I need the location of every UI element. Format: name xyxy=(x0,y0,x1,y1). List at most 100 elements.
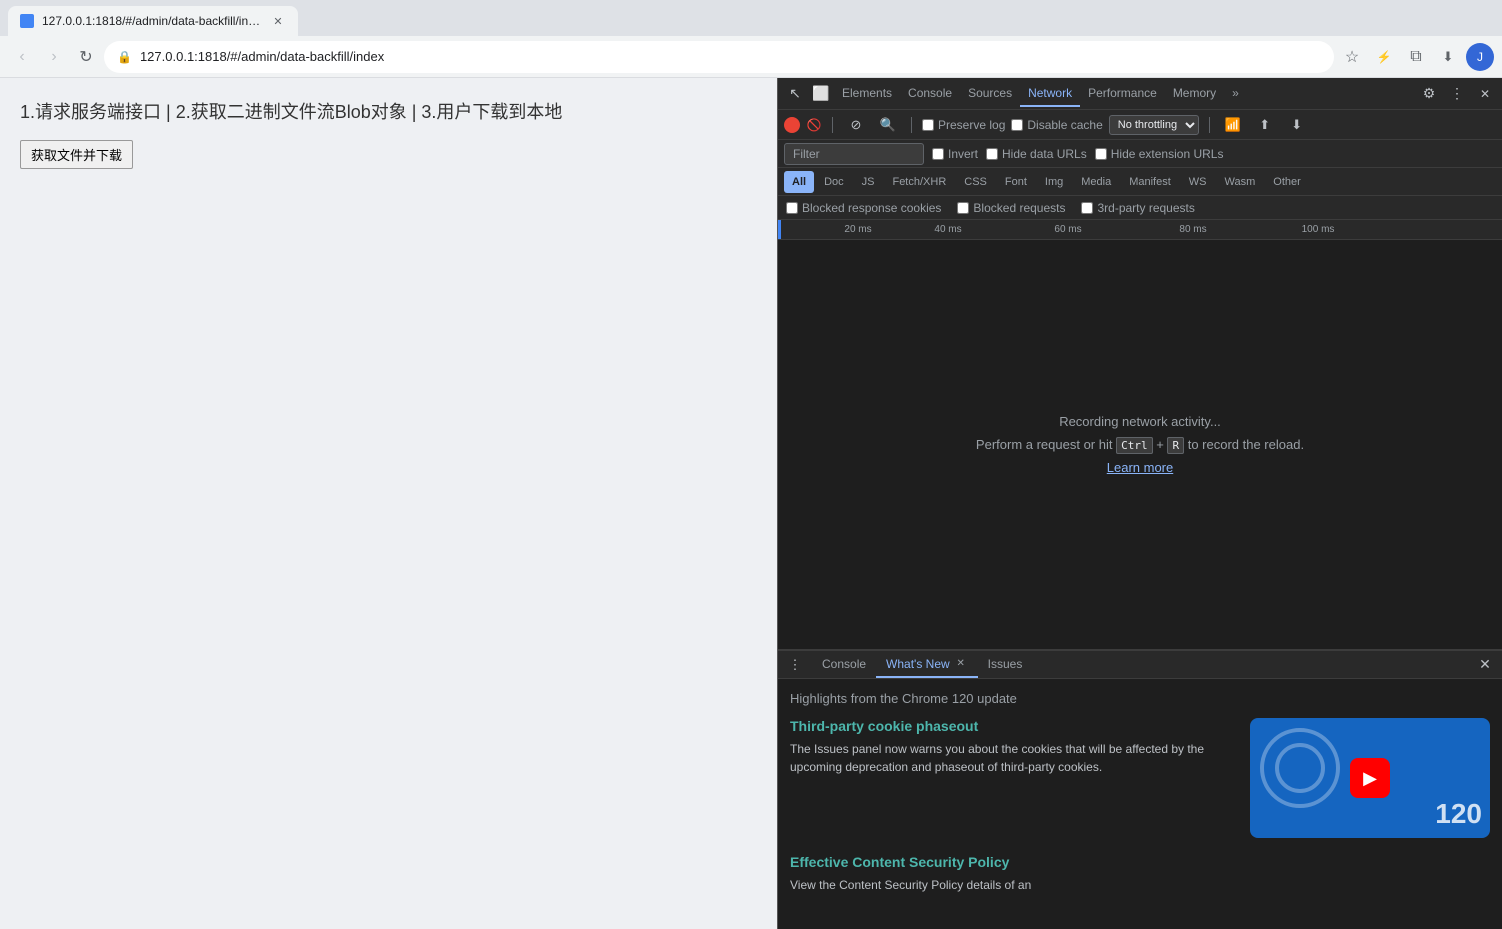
forward-button[interactable]: › xyxy=(40,43,68,71)
preserve-log-checkbox-label[interactable]: Preserve log xyxy=(922,118,1005,132)
filter-input[interactable] xyxy=(784,143,924,165)
wifi-button[interactable]: 📶 xyxy=(1220,112,1246,138)
tab-network[interactable]: Network xyxy=(1020,81,1080,107)
r-key: R xyxy=(1167,437,1184,454)
bottom-panel-right: ✕ xyxy=(1472,652,1498,678)
blocked-cookies-label[interactable]: Blocked response cookies xyxy=(786,201,941,215)
perform-before: Perform a request or xyxy=(976,437,1099,452)
filter-toggle-button[interactable]: ⊘ xyxy=(843,112,869,138)
thumbnail-circle-inner xyxy=(1275,743,1325,793)
reload-button[interactable]: ↻ xyxy=(72,43,100,71)
third-party-text: 3rd-party requests xyxy=(1097,201,1194,215)
filter-manifest[interactable]: Manifest xyxy=(1121,171,1179,193)
ctrl-key: Ctrl xyxy=(1116,437,1153,454)
blocked-requests-checkbox[interactable] xyxy=(957,202,969,214)
back-button[interactable]: ‹ xyxy=(8,43,36,71)
filter-all[interactable]: All xyxy=(784,171,814,193)
news-card-2: Effective Content Security Policy View t… xyxy=(790,854,1490,894)
filter-font[interactable]: Font xyxy=(997,171,1035,193)
devtools-inspect-button[interactable]: ↖ xyxy=(782,81,808,107)
browser-toolbar: ‹ › ↻ 🔒 127.0.0.1:1818/#/admin/data-back… xyxy=(0,36,1502,78)
preserve-log-checkbox[interactable] xyxy=(922,119,934,131)
bottom-panel: ⋮ Console What's New ✕ Issues ✕ Highligh… xyxy=(778,649,1502,929)
bookmark-button[interactable]: ☆ xyxy=(1338,43,1366,71)
filter-other[interactable]: Other xyxy=(1265,171,1309,193)
performance-insights-button[interactable]: ⚡ xyxy=(1370,43,1398,71)
bottom-panel-close-button[interactable]: ✕ xyxy=(1472,652,1498,678)
devtools-panel: ↖ ⬜ Elements Console Sources Network Per… xyxy=(777,78,1502,929)
hide-ext-urls-text: Hide extension URLs xyxy=(1111,147,1224,161)
hide-data-urls-label[interactable]: Hide data URLs xyxy=(986,147,1087,161)
perform-hit: hit xyxy=(1099,437,1113,452)
blocked-requests-text: Blocked requests xyxy=(973,201,1065,215)
bottom-panel-menu-button[interactable]: ⋮ xyxy=(782,652,808,678)
filter-media[interactable]: Media xyxy=(1073,171,1119,193)
main-area: 1.请求服务端接口 | 2.获取二进制文件流Blob对象 | 3.用户下载到本地… xyxy=(0,78,1502,929)
tab-close-button[interactable]: ✕ xyxy=(270,13,286,29)
tab-sources[interactable]: Sources xyxy=(960,81,1020,107)
fetch-download-button[interactable]: 获取文件并下载 xyxy=(20,140,133,169)
devtools-responsive-button[interactable]: ⬜ xyxy=(808,81,834,107)
record-button[interactable] xyxy=(784,117,800,133)
throttle-select[interactable]: No throttling xyxy=(1109,115,1199,135)
filter-css[interactable]: CSS xyxy=(956,171,995,193)
active-tab[interactable]: 127.0.0.1:1818/#/admin/data-backfill/ind… xyxy=(8,6,298,36)
preserve-log-label: Preserve log xyxy=(938,118,1005,132)
invert-checkbox-label[interactable]: Invert xyxy=(932,147,978,161)
disable-cache-checkbox[interactable] xyxy=(1011,119,1023,131)
devtools-toolbar: ↖ ⬜ Elements Console Sources Network Per… xyxy=(778,78,1502,110)
thumbnail-new-badge: 120 xyxy=(1435,798,1482,830)
tab-title: 127.0.0.1:1818/#/admin/data-backfill/ind… xyxy=(42,14,262,28)
filter-img[interactable]: Img xyxy=(1037,171,1071,193)
download-button[interactable]: ⬇ xyxy=(1434,43,1462,71)
disable-cache-checkbox-label[interactable]: Disable cache xyxy=(1011,118,1102,132)
download-har-button[interactable]: ⬇ xyxy=(1284,112,1310,138)
tab-elements[interactable]: Elements xyxy=(834,81,900,107)
stop-button[interactable]: 🚫 xyxy=(806,117,822,133)
third-party-label[interactable]: 3rd-party requests xyxy=(1081,201,1194,215)
hide-ext-urls-label[interactable]: Hide extension URLs xyxy=(1095,147,1224,161)
tab-memory[interactable]: Memory xyxy=(1165,81,1224,107)
recording-text: Recording network activity... xyxy=(1059,414,1221,429)
bottom-tabs: ⋮ Console What's New ✕ Issues ✕ xyxy=(778,651,1502,679)
bottom-tab-issues[interactable]: Issues xyxy=(978,651,1033,678)
filter-doc[interactable]: Doc xyxy=(816,171,852,193)
devtools-close-button[interactable]: ✕ xyxy=(1472,81,1498,107)
third-party-checkbox[interactable] xyxy=(1081,202,1093,214)
tab-console[interactable]: Console xyxy=(900,81,960,107)
filter-ws[interactable]: WS xyxy=(1181,171,1215,193)
devtools-more-button[interactable]: ⋮ xyxy=(1444,81,1470,107)
filter-wasm[interactable]: Wasm xyxy=(1217,171,1264,193)
hide-data-urls-checkbox[interactable] xyxy=(986,148,998,160)
bottom-tab-console[interactable]: Console xyxy=(812,651,876,678)
news-card-1: Third-party cookie phaseout The Issues p… xyxy=(790,718,1490,838)
toolbar-right: ☆ ⚡ ⧉ ⬇ J xyxy=(1338,43,1494,71)
learn-more-link[interactable]: Learn more xyxy=(1107,460,1173,475)
whats-new-close-button[interactable]: ✕ xyxy=(954,657,968,671)
network-toolbar: 🚫 ⊘ 🔍 Preserve log Disable cache No thro… xyxy=(778,110,1502,140)
timeline-marker-40: 40 ms xyxy=(934,224,961,235)
hide-ext-urls-checkbox[interactable] xyxy=(1095,148,1107,160)
devtools-settings-button[interactable]: ⚙ xyxy=(1416,81,1442,107)
lock-icon: 🔒 xyxy=(117,50,132,64)
tab-performance[interactable]: Performance xyxy=(1080,81,1165,107)
search-button[interactable]: 🔍 xyxy=(875,112,901,138)
invert-checkbox[interactable] xyxy=(932,148,944,160)
profile-button[interactable]: J xyxy=(1466,43,1494,71)
blocked-cookies-checkbox[interactable] xyxy=(786,202,798,214)
tab-bar: 127.0.0.1:1818/#/admin/data-backfill/ind… xyxy=(0,0,1502,36)
blocked-checkbox-row: Blocked response cookies Blocked request… xyxy=(778,196,1502,220)
address-bar[interactable]: 🔒 127.0.0.1:1818/#/admin/data-backfill/i… xyxy=(104,41,1334,73)
bottom-tab-whats-new[interactable]: What's New ✕ xyxy=(876,651,978,678)
filter-fetchxhr[interactable]: Fetch/XHR xyxy=(884,171,954,193)
blocked-requests-label[interactable]: Blocked requests xyxy=(957,201,1065,215)
filter-js[interactable]: JS xyxy=(854,171,883,193)
upload-har-button[interactable]: ⬆ xyxy=(1252,112,1278,138)
tab-favicon xyxy=(20,14,34,28)
extensions-button[interactable]: ⧉ xyxy=(1402,43,1430,71)
tab-more[interactable]: » xyxy=(1224,81,1247,107)
timeline-marker-60: 60 ms xyxy=(1054,224,1081,235)
perform-after: to record the reload. xyxy=(1188,437,1304,452)
blocked-cookies-text: Blocked response cookies xyxy=(802,201,941,215)
disable-cache-label: Disable cache xyxy=(1027,118,1102,132)
